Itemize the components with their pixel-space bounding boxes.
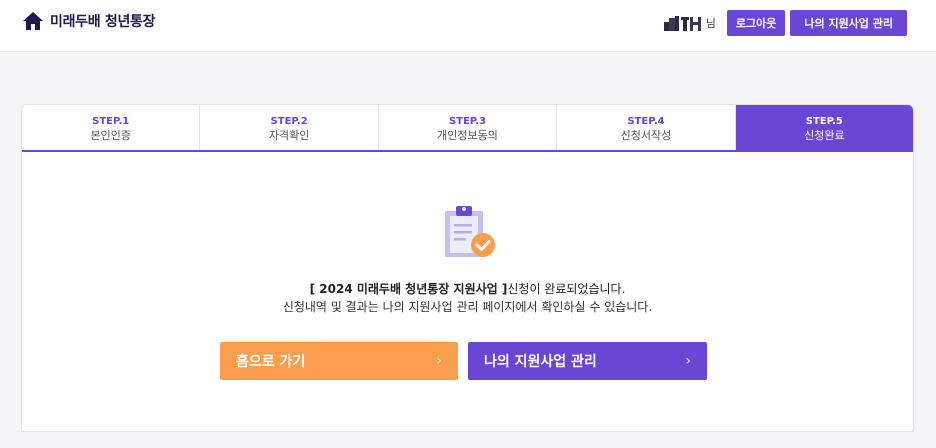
brand-logo[interactable]: 미래두배 청년통장: [22, 10, 156, 32]
chevron-right-icon: ›: [685, 353, 691, 369]
step-number: STEP.3: [448, 116, 487, 127]
step-3: STEP.3 개인정보동의: [378, 105, 558, 150]
completion-message: [ 2024 미래두배 청년통장 지원사업 ]신청이 완료되었습니다.: [22, 280, 913, 297]
go-home-button[interactable]: 홈으로 가기 ›: [220, 342, 458, 380]
top-header: 미래두배 청년통장 님 로그아웃 나의 지원사업 관리: [0, 0, 936, 52]
completion-notice: 신청내역 및 결과는 나의 지원사업 관리 페이지에서 확인하실 수 있습니다.: [282, 300, 653, 314]
step-label: 신청서작성: [620, 129, 672, 142]
step-2: STEP.2 자격확인: [200, 105, 379, 150]
brand-title: 미래두배 청년통장: [50, 14, 156, 30]
application-card: STEP.1 본인인증 STEP.2 자격확인 STEP.3 개인정보동의 ST…: [21, 104, 914, 432]
completion-content: [ 2024 미래두배 청년통장 지원사업 ]신청이 완료되었습니다. 신청내역…: [22, 152, 913, 431]
user-suffix: 님: [705, 17, 716, 30]
step-5: STEP.5 신청완료: [735, 105, 913, 150]
step-4: STEP.4 신청서작성: [557, 105, 736, 150]
masked-username-icon: [663, 16, 701, 31]
step-indicator: STEP.1 본인인증 STEP.2 자격확인 STEP.3 개인정보동의 ST…: [22, 105, 913, 152]
step-label: 본인인증: [90, 129, 131, 142]
step-number: STEP.1: [92, 116, 130, 127]
user-area: 님 로그아웃 나의 지원사업 관리: [662, 10, 907, 36]
step-1: STEP.1 본인인증: [22, 105, 201, 150]
step-number: STEP.4: [627, 116, 665, 127]
clipboard-check-icon: [445, 206, 495, 257]
logout-button[interactable]: 로그아웃: [726, 10, 786, 36]
chevron-right-icon: ›: [436, 353, 442, 369]
home-icon: [23, 12, 43, 30]
manage-label: 나의 지원사업 관리: [484, 354, 597, 370]
completion-done-text: 신청이 완료되었습니다.: [507, 282, 626, 296]
my-program-manage-button[interactable]: 나의 지원사업 관리: [790, 10, 907, 36]
go-home-label: 홈으로 가기: [236, 354, 306, 370]
step-number: STEP.2: [270, 116, 308, 127]
my-program-manage-bottom-button[interactable]: 나의 지원사업 관리 ›: [468, 342, 707, 380]
step-label: 자격확인: [268, 129, 310, 142]
step-label: 신청완료: [804, 129, 845, 142]
step-number: STEP.5: [805, 116, 843, 127]
program-name: [ 2024 미래두배 청년통장 지원사업 ]: [309, 282, 508, 296]
step-label: 개인정보동의: [437, 129, 498, 142]
